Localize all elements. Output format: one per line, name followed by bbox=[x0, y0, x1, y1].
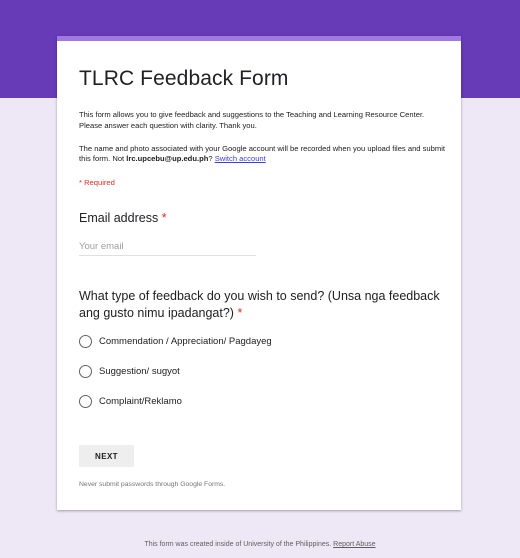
password-warning: Never submit passwords through Google Fo… bbox=[79, 481, 226, 488]
option-suggestion[interactable]: Suggestion/ sugyot bbox=[79, 363, 180, 379]
option-commendation[interactable]: Commendation / Appreciation/ Pagdayeg bbox=[79, 333, 272, 349]
report-abuse-link[interactable]: Report Abuse bbox=[333, 541, 375, 548]
form-description: This form allows you to give feedback an… bbox=[79, 110, 425, 130]
form-card: TLRC Feedback Form This form allows you … bbox=[57, 36, 461, 510]
footer-text: This form was created inside of Universi… bbox=[144, 541, 334, 548]
switch-account-link[interactable]: Switch account bbox=[215, 154, 266, 163]
required-star: * bbox=[237, 306, 243, 320]
email-question-label: Email address * bbox=[79, 210, 167, 227]
next-button[interactable]: NEXT bbox=[79, 445, 134, 467]
option-complaint[interactable]: Complaint/Reklamo bbox=[79, 393, 182, 409]
required-star: * bbox=[161, 211, 167, 225]
option-label: Suggestion/ sugyot bbox=[99, 365, 180, 377]
option-label: Commendation / Appreciation/ Pagdayeg bbox=[99, 335, 272, 347]
radio-button[interactable] bbox=[79, 394, 92, 408]
feedback-question-text: What type of feedback do you wish to sen… bbox=[79, 289, 440, 320]
option-label: Complaint/Reklamo bbox=[99, 395, 182, 407]
radio-button[interactable] bbox=[79, 334, 92, 348]
form-title: TLRC Feedback Form bbox=[79, 67, 289, 90]
feedback-question-label: What type of feedback do you wish to sen… bbox=[79, 288, 449, 322]
required-note: * Required bbox=[79, 178, 115, 187]
account-email: lrc.upcebu@up.edu.ph bbox=[126, 154, 209, 163]
email-question-text: Email address bbox=[79, 211, 159, 225]
email-input[interactable] bbox=[79, 238, 256, 256]
radio-button[interactable] bbox=[79, 364, 92, 378]
account-notice: The name and photo associated with your … bbox=[79, 144, 449, 164]
page-footer: This form was created inside of Universi… bbox=[0, 541, 520, 548]
